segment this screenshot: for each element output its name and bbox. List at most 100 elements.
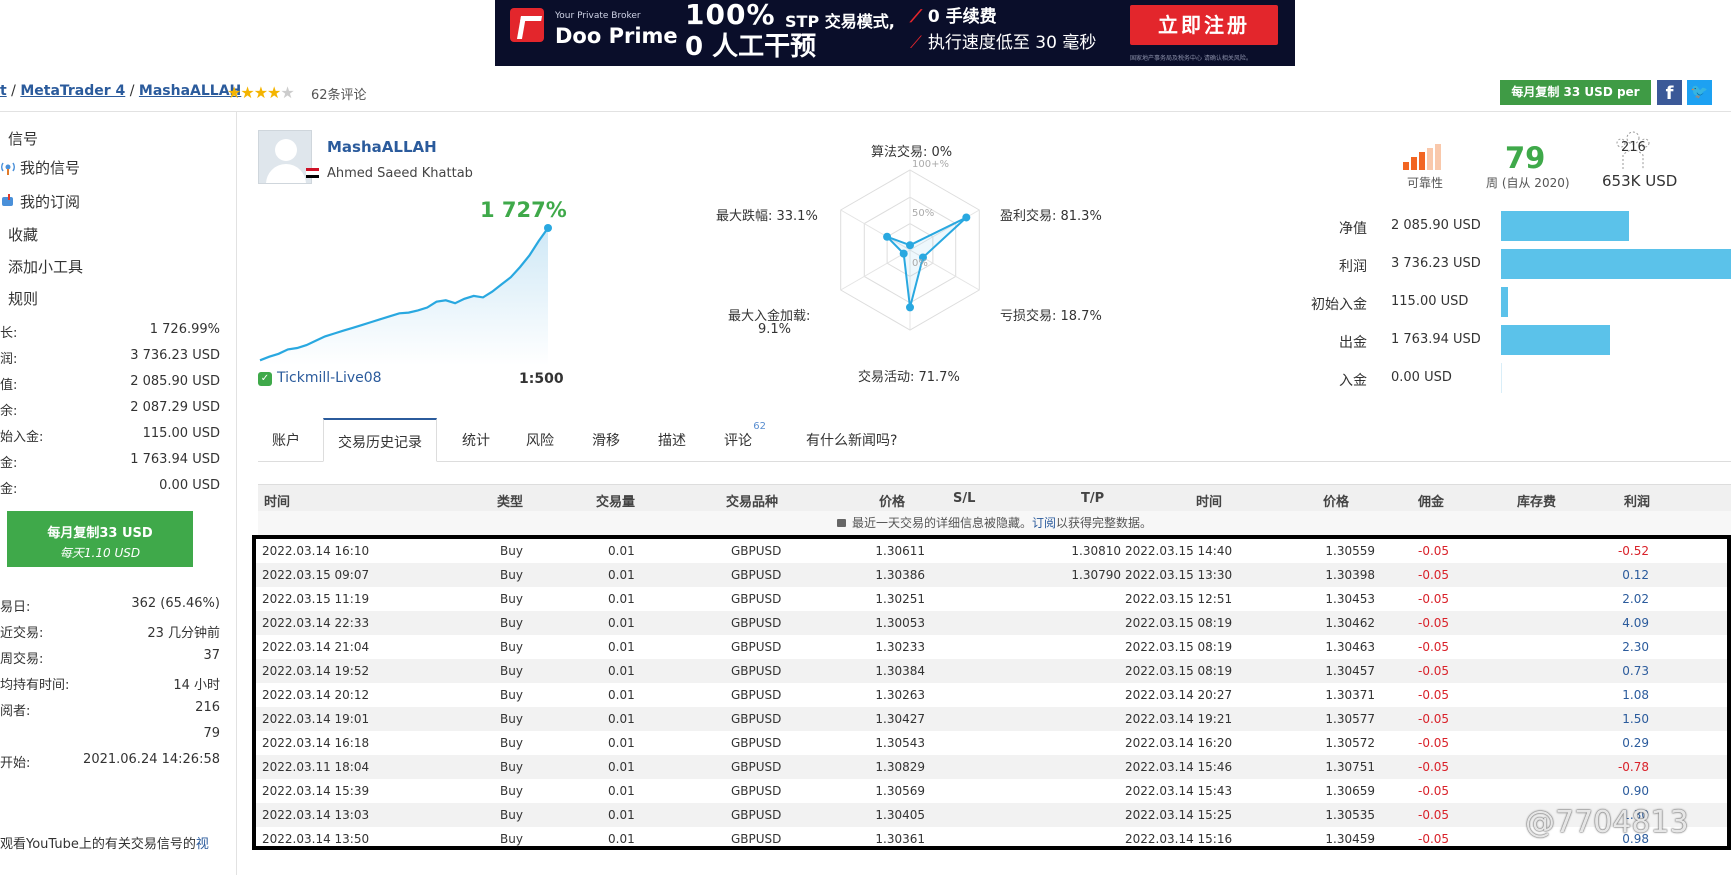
twitter-icon[interactable]: 🐦: [1687, 80, 1712, 105]
tab-news[interactable]: 有什么新闻吗?: [792, 418, 911, 462]
col-symbol[interactable]: 交易品种: [726, 491, 778, 510]
radar-label-drawdown: 最大跌幅: 33.1%: [716, 209, 818, 224]
notice-text: 最近一天交易的详细信息被隐藏。: [851, 516, 1032, 530]
stat-label: 余:: [0, 404, 18, 419]
tab-trade-history[interactable]: 交易历史记录: [323, 418, 437, 462]
mailbox-icon: [2, 194, 13, 206]
rating-stars-on: ★★★★: [227, 83, 281, 102]
breadcrumb: t / MetaTrader 4 / MashaALLAH: [0, 83, 241, 99]
stat-label: 阅者:: [0, 704, 31, 719]
stat-label: 润:: [0, 352, 18, 367]
owner-name: Ahmed Saeed Khattab: [327, 166, 473, 181]
radar-point: [906, 303, 914, 312]
sidebar-item-label: 规则: [8, 290, 39, 308]
balance-row-value: 1 763.94 USD: [1391, 332, 1481, 347]
col-swap[interactable]: 库存费: [1517, 491, 1556, 510]
ad-banner[interactable]: Your Private Broker Doo Prime 100% STP 交…: [495, 0, 1295, 66]
growth-endpoint: [544, 224, 552, 232]
sidebar-stat-row: 周交易: 37: [0, 648, 220, 667]
breadcrumb-sep: /: [6, 83, 21, 99]
sidebar-item-my-subscriptions[interactable]: 我的订阅: [0, 191, 80, 212]
avatar: [258, 130, 312, 184]
facebook-icon[interactable]: f: [1657, 80, 1682, 105]
copy-button-daily: 每天1.10 USD: [59, 546, 141, 560]
col-sl[interactable]: S/L: [953, 491, 975, 506]
reviews-link[interactable]: 62条评论: [311, 84, 367, 103]
rating-stars[interactable]: ★★★★★: [227, 83, 295, 102]
notice-text-end: 以获得完整数据。: [1056, 516, 1153, 530]
sidebar-item-label: 我的信号: [20, 159, 81, 177]
broker-link[interactable]: ✓ Tickmill-Live08: [258, 370, 382, 386]
stat-value: 79: [203, 726, 220, 741]
sidebar-item-add-widget[interactable]: 添加小工具: [8, 256, 83, 277]
sidebar-stat-row: 均持有时间: 14 小时: [0, 674, 220, 693]
radar-scale-zero: 0%: [912, 258, 928, 269]
banner-headline-2: 0 人工干预: [685, 32, 817, 62]
tab-description[interactable]: 描述: [644, 418, 700, 462]
col-open-price[interactable]: 价格: [879, 491, 905, 510]
subscribe-link[interactable]: 订阅: [1032, 516, 1056, 530]
breadcrumb-signal-link[interactable]: MashaALLAH: [139, 83, 241, 99]
youtube-text: 观看YouTube上的有关交易信号的: [0, 837, 196, 852]
tab-risk[interactable]: 风险: [512, 418, 568, 462]
sidebar-item-label: 我的订阅: [20, 193, 81, 211]
tab-slippage[interactable]: 滑移: [578, 418, 634, 462]
col-volume[interactable]: 交易量: [596, 491, 635, 510]
sidebar-item-favorites[interactable]: 收藏: [8, 224, 38, 245]
col-tp[interactable]: T/P: [1081, 491, 1104, 506]
radar-label-algo: 算法交易: 0%: [871, 145, 953, 160]
youtube-link-text[interactable]: 视: [196, 837, 209, 852]
stat-value: 1 726.99%: [149, 322, 220, 337]
tab-statistics[interactable]: 统计: [448, 418, 504, 462]
stat-value: 14 小时: [173, 678, 220, 693]
stat-value: 2 085.90 USD: [130, 374, 220, 389]
radar-label-deposit-load-value: 9.1%: [758, 322, 792, 337]
signal-name[interactable]: MashaALLAH: [327, 138, 437, 156]
balance-row-value: 2 085.90 USD: [1391, 218, 1481, 233]
stat-value: 23 几分钟前: [147, 626, 220, 641]
col-profit[interactable]: 利润: [1624, 491, 1650, 510]
radar-point: [962, 213, 971, 222]
doo-prime-logo-icon: [510, 8, 544, 42]
radar-scale-max: 100+%: [912, 159, 949, 170]
balance-row-label: 出金: [1339, 335, 1367, 351]
hidden-data-notice: 最近一天交易的详细信息被隐藏。订阅以获得完整数据。: [258, 511, 1731, 535]
sidebar-stat-row: 79: [0, 726, 220, 741]
youtube-link[interactable]: 观看YouTube上的有关交易信号的视: [0, 833, 209, 852]
col-close-time[interactable]: 时间: [1196, 491, 1222, 510]
copy-signal-button[interactable]: 每月复制33 USD 每天1.10 USD: [7, 511, 193, 567]
antenna-icon: [1, 162, 15, 175]
sidebar-item-rules[interactable]: 规则: [8, 288, 38, 309]
col-type[interactable]: 类型: [497, 491, 523, 510]
stat-value: 362 (65.46%): [131, 596, 220, 611]
tab-bar: 账户 交易历史记录 统计 风险 滑移 描述 评论 62 有什么新闻吗?: [258, 418, 1731, 462]
sidebar-divider: [236, 112, 237, 875]
verified-check-icon: ✓: [258, 372, 272, 386]
balance-row-value: 0.00 USD: [1391, 370, 1452, 385]
col-open-time[interactable]: 时间: [264, 491, 290, 510]
tab-reviews[interactable]: 评论 62: [710, 418, 766, 462]
radar-chart: [840, 169, 980, 331]
col-close-price[interactable]: 价格: [1323, 491, 1349, 510]
sidebar-stat-row: 始入金: 115.00 USD: [0, 426, 220, 445]
sidebar-stat-row: 金: 1 763.94 USD: [0, 452, 220, 471]
radar-point: [906, 241, 914, 250]
tab-reviews-badge: 62: [753, 421, 766, 432]
copy-monthly-button[interactable]: 每月复制 33 USD per: [1500, 80, 1651, 105]
breadcrumb-platform-link[interactable]: MetaTrader 4: [20, 83, 125, 99]
sidebar-item-label: 信号: [8, 130, 39, 148]
banner-broker-tag: Your Private Broker: [555, 11, 641, 21]
banner-brand: Doo Prime: [555, 24, 678, 48]
breadcrumb-root-link[interactable]: t: [0, 83, 7, 99]
banner-register-button[interactable]: 立即注册: [1130, 5, 1278, 45]
radar-label-loss: 亏损交易: 18.7%: [1000, 309, 1102, 324]
col-commission[interactable]: 佣金: [1418, 491, 1444, 510]
sidebar-item-my-signals[interactable]: 我的信号: [0, 157, 80, 178]
tab-account[interactable]: 账户: [258, 418, 314, 462]
radar-scale-mid: 50%: [912, 208, 935, 219]
sidebar-item-label: 收藏: [8, 226, 39, 244]
sidebar-stat-row: 值: 2 085.90 USD: [0, 374, 220, 393]
balance-row-bar: [1501, 363, 1502, 393]
sidebar-item-signals[interactable]: 信号: [8, 128, 38, 149]
subscribers-count: 216: [1621, 140, 1646, 155]
